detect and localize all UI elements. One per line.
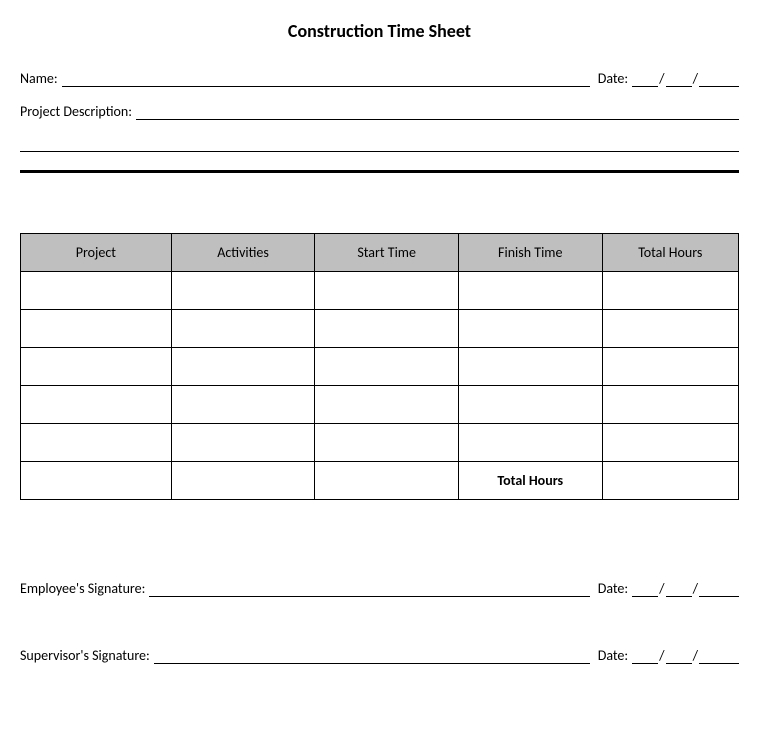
cell[interactable] bbox=[21, 310, 172, 348]
table-header-row: Project Activities Start Time Finish Tim… bbox=[21, 234, 739, 272]
timesheet-table: Project Activities Start Time Finish Tim… bbox=[20, 233, 739, 500]
date-dd-line[interactable] bbox=[666, 71, 692, 87]
cell[interactable] bbox=[458, 310, 602, 348]
emp-date-dd-line[interactable] bbox=[666, 581, 692, 597]
table-row bbox=[21, 348, 739, 386]
header-date-group: Date: / / bbox=[598, 70, 739, 87]
cell[interactable] bbox=[315, 348, 459, 386]
page-title: Construction Time Sheet bbox=[20, 20, 739, 42]
cell[interactable] bbox=[21, 424, 172, 462]
table-total-row: Total Hours bbox=[21, 462, 739, 500]
cell[interactable] bbox=[602, 310, 738, 348]
col-finish-time: Finish Time bbox=[458, 234, 602, 272]
header-section: Name: Date: / / Project Description: bbox=[20, 70, 739, 152]
slash: / bbox=[658, 70, 665, 87]
project-desc-line-1[interactable] bbox=[136, 104, 739, 120]
supervisor-signature-line[interactable] bbox=[154, 648, 590, 664]
cell[interactable] bbox=[315, 386, 459, 424]
sup-date-dd-line[interactable] bbox=[666, 648, 692, 664]
cell[interactable] bbox=[171, 424, 315, 462]
supervisor-signature-label: Supervisor's Signature: bbox=[20, 647, 150, 664]
cell[interactable] bbox=[171, 310, 315, 348]
cell[interactable] bbox=[602, 424, 738, 462]
project-desc-label: Project Description: bbox=[20, 103, 132, 120]
signature-section: Employee's Signature: Date: / / Supervis… bbox=[20, 580, 739, 664]
project-desc-row: Project Description: bbox=[20, 103, 739, 120]
cell[interactable] bbox=[315, 272, 459, 310]
table-row bbox=[21, 310, 739, 348]
supervisor-signature-row: Supervisor's Signature: Date: / / bbox=[20, 647, 739, 664]
cell[interactable] bbox=[458, 424, 602, 462]
name-input-line[interactable] bbox=[62, 71, 590, 87]
col-activities: Activities bbox=[171, 234, 315, 272]
cell[interactable] bbox=[602, 348, 738, 386]
cell[interactable] bbox=[602, 272, 738, 310]
table-row bbox=[21, 386, 739, 424]
cell[interactable] bbox=[602, 386, 738, 424]
col-total-hours: Total Hours bbox=[602, 234, 738, 272]
col-start-time: Start Time bbox=[315, 234, 459, 272]
name-label: Name: bbox=[20, 70, 58, 87]
cell[interactable] bbox=[21, 348, 172, 386]
employee-date-group: Date: / / bbox=[598, 580, 739, 597]
cell bbox=[315, 462, 459, 500]
cell bbox=[171, 462, 315, 500]
header-date-label: Date: bbox=[598, 70, 628, 87]
supervisor-date-label: Date: bbox=[598, 647, 628, 664]
name-row: Name: Date: / / bbox=[20, 70, 739, 87]
sup-date-yy-line[interactable] bbox=[699, 648, 739, 664]
slash: / bbox=[692, 70, 699, 87]
cell[interactable] bbox=[171, 272, 315, 310]
cell[interactable] bbox=[315, 310, 459, 348]
cell[interactable] bbox=[21, 386, 172, 424]
emp-date-mm-line[interactable] bbox=[632, 581, 658, 597]
cell[interactable] bbox=[458, 348, 602, 386]
date-yy-line[interactable] bbox=[699, 71, 739, 87]
cell[interactable] bbox=[458, 272, 602, 310]
table-row bbox=[21, 272, 739, 310]
cell[interactable] bbox=[458, 386, 602, 424]
table-row bbox=[21, 424, 739, 462]
employee-signature-line[interactable] bbox=[149, 581, 589, 597]
slash: / bbox=[692, 580, 699, 597]
emp-date-yy-line[interactable] bbox=[699, 581, 739, 597]
employee-signature-label: Employee's Signature: bbox=[20, 580, 145, 597]
employee-date-label: Date: bbox=[598, 580, 628, 597]
total-hours-label: Total Hours bbox=[458, 462, 602, 500]
project-desc-line-2[interactable] bbox=[20, 130, 739, 152]
cell[interactable] bbox=[171, 386, 315, 424]
slash: / bbox=[692, 647, 699, 664]
col-project: Project bbox=[21, 234, 172, 272]
section-divider bbox=[20, 170, 739, 173]
total-hours-cell[interactable] bbox=[602, 462, 738, 500]
supervisor-date-group: Date: / / bbox=[598, 647, 739, 664]
slash: / bbox=[658, 647, 665, 664]
cell[interactable] bbox=[21, 272, 172, 310]
employee-signature-row: Employee's Signature: Date: / / bbox=[20, 580, 739, 597]
cell[interactable] bbox=[315, 424, 459, 462]
slash: / bbox=[658, 580, 665, 597]
cell[interactable] bbox=[171, 348, 315, 386]
date-mm-line[interactable] bbox=[632, 71, 658, 87]
cell bbox=[21, 462, 172, 500]
sup-date-mm-line[interactable] bbox=[632, 648, 658, 664]
